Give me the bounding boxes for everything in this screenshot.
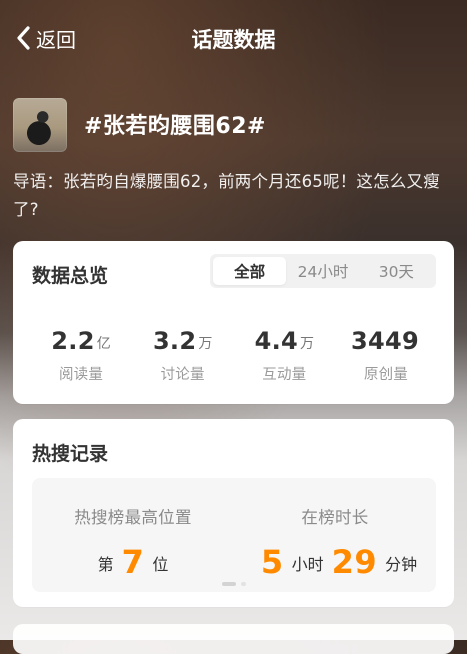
- intro-prefix: 导语：: [13, 172, 64, 191]
- hot-highest-suffix: 位: [152, 555, 169, 574]
- hot-duration-value: 5 小时 29 分钟: [234, 540, 436, 581]
- header: 返回 话题数据: [0, 0, 467, 76]
- tab-24h[interactable]: 24小时: [286, 257, 359, 285]
- hot-duration-minutes-unit: 分钟: [385, 555, 418, 574]
- hot-highest-prefix: 第: [97, 555, 114, 574]
- hot-duration-hours-unit: 小时: [291, 555, 324, 574]
- stat-interact: 4.4 万 互动量: [234, 327, 334, 384]
- next-card-peek: [13, 624, 454, 654]
- stat-read-label: 阅读量: [58, 367, 104, 383]
- stat-read-unit: 亿: [96, 336, 111, 352]
- hot-highest: 热搜榜最高位置 第7位: [32, 478, 234, 592]
- hot-search-pager: [222, 582, 246, 586]
- overview-card: 数据总览 全部 24小时 30天 2.2 亿 阅读量 3.2 万 讨论量 4.4 万 …: [13, 241, 454, 404]
- page-title: 话题数据: [191, 28, 276, 52]
- hot-duration-minutes: 29: [331, 543, 378, 581]
- stat-original-number: 3449: [350, 327, 419, 355]
- tab-all[interactable]: 全部: [213, 257, 287, 285]
- pager-dot: [241, 582, 246, 586]
- hot-highest-label: 热搜榜最高位置: [74, 508, 192, 527]
- stat-discuss: 3.2 万 讨论量: [133, 327, 233, 384]
- stat-original: 3449 原创量: [336, 327, 436, 384]
- intro-text: 张若昀自爆腰围62，前两个月还65呢！这怎么又瘦了?: [13, 172, 440, 219]
- hot-highest-number: 7: [121, 543, 145, 581]
- hot-duration-hours: 5: [260, 543, 284, 581]
- stat-discuss-label: 讨论量: [160, 367, 205, 383]
- tab-30d[interactable]: 30天: [360, 257, 433, 285]
- stat-interact-number: 4.4: [254, 327, 299, 355]
- stat-original-label: 原创量: [363, 367, 409, 383]
- hot-search-panel[interactable]: 热搜榜最高位置 第7位 在榜时长 5 小时 29 分钟: [32, 478, 436, 592]
- stat-read-value: 2.2 亿: [31, 327, 131, 359]
- hot-duration: 在榜时长 5 小时 29 分钟: [234, 478, 436, 592]
- pager-dot-active: [222, 582, 236, 586]
- hot-highest-value: 第7位: [32, 540, 234, 581]
- hot-duration-label: 在榜时长: [301, 508, 369, 527]
- topic-avatar[interactable]: [13, 98, 67, 152]
- topic-intro: 导语：张若昀自爆腰围62，前两个月还65呢！这怎么又瘦了?: [13, 168, 454, 224]
- hot-search-card: 热搜记录 热搜榜最高位置 第7位 在榜时长 5 小时 29 分钟: [13, 419, 454, 607]
- time-range-tabs: 全部 24小时 30天: [210, 254, 436, 288]
- stat-read-number: 2.2: [51, 327, 95, 355]
- stat-interact-unit: 万: [300, 336, 315, 352]
- stat-discuss-unit: 万: [198, 336, 213, 352]
- stat-interact-value: 4.4 万: [234, 327, 334, 359]
- hot-search-title: 热搜记录: [32, 443, 109, 465]
- stat-interact-label: 互动量: [262, 367, 307, 383]
- overview-title: 数据总览: [32, 265, 109, 287]
- stat-original-value: 3449: [336, 327, 436, 359]
- topic-title[interactable]: #张若昀腰围62#: [84, 108, 266, 140]
- overview-stats: 2.2 亿 阅读量 3.2 万 讨论量 4.4 万 互动量 3449 原创量: [13, 327, 454, 384]
- stat-discuss-number: 3.2: [152, 327, 197, 355]
- stat-discuss-value: 3.2 万: [133, 327, 233, 359]
- stat-read: 2.2 亿 阅读量: [31, 327, 131, 384]
